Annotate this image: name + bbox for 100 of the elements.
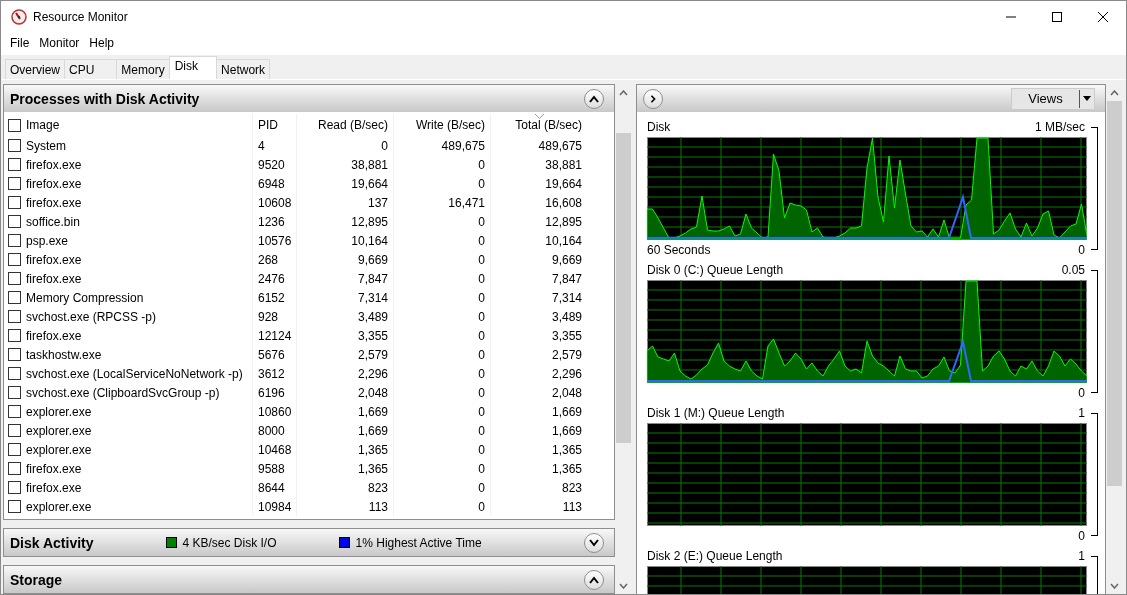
table-cell: firefox.exe <box>26 480 82 495</box>
tab[interactable]: Overview <box>5 59 65 79</box>
table-cell: 489,675 <box>538 138 582 153</box>
table-cell: 38,881 <box>545 157 582 172</box>
scale-max: 0.05 <box>1061 263 1085 277</box>
table-cell: 0 <box>478 499 485 514</box>
table-cell: 0 <box>478 366 485 381</box>
scale-min: 0 <box>1078 386 1085 400</box>
chevron-down-icon[interactable] <box>589 538 599 547</box>
checkbox[interactable] <box>8 405 21 418</box>
table-cell: 8644 <box>258 480 285 495</box>
table-cell: 16,608 <box>545 195 582 210</box>
tab[interactable]: Network <box>216 59 271 79</box>
tab[interactable]: Memory <box>116 59 170 79</box>
checkbox[interactable] <box>8 424 21 437</box>
tab[interactable]: Disk <box>168 56 218 79</box>
checkbox[interactable] <box>8 139 21 152</box>
scroll-thumb[interactable] <box>616 133 631 443</box>
table-cell: 12124 <box>258 328 292 343</box>
table-cell: 19,664 <box>351 176 388 191</box>
checkbox[interactable] <box>8 215 21 228</box>
checkbox[interactable] <box>8 196 21 209</box>
table-cell: 1,365 <box>551 442 582 457</box>
checkbox[interactable] <box>8 386 21 399</box>
section-title: Disk Activity <box>10 534 94 551</box>
table-cell: 0 <box>478 309 485 324</box>
checkbox[interactable] <box>8 118 21 132</box>
checkbox[interactable] <box>8 462 21 475</box>
scroll-up-icon[interactable] <box>1110 89 1119 96</box>
checkbox[interactable] <box>8 272 21 285</box>
table-cell: 6152 <box>258 290 285 305</box>
column-header[interactable]: Total (B/sec) <box>490 114 587 136</box>
table-cell: explorer.exe <box>26 499 92 514</box>
table-cell: firefox.exe <box>26 461 82 476</box>
views-button[interactable]: Views <box>1011 87 1095 110</box>
menu-item[interactable]: File <box>5 36 35 50</box>
table-cell: explorer.exe <box>26 442 92 457</box>
column-header[interactable]: PID <box>252 114 296 136</box>
table-cell: 0 <box>478 442 485 457</box>
checkbox[interactable] <box>8 310 21 323</box>
table-cell: 1,669 <box>357 423 388 438</box>
table-cell: 0 <box>478 252 485 267</box>
table-cell: 1236 <box>258 214 285 229</box>
maximize-icon[interactable] <box>1052 12 1062 22</box>
table-cell: 1,365 <box>357 442 388 457</box>
table-cell: 2,579 <box>551 347 582 362</box>
table-cell: 2,048 <box>357 385 388 400</box>
collapse-button[interactable] <box>584 88 604 109</box>
column-header[interactable]: Image <box>4 114 252 136</box>
chevron-right-icon[interactable] <box>648 94 658 103</box>
table-cell: 12,895 <box>351 214 388 229</box>
checkbox[interactable] <box>8 234 21 247</box>
checkbox[interactable] <box>8 253 21 266</box>
chevron-up-icon[interactable] <box>589 94 599 103</box>
chevron-up-icon[interactable] <box>589 575 599 584</box>
checkbox[interactable] <box>8 291 21 304</box>
table-cell: 1,365 <box>551 461 582 476</box>
column-header[interactable]: Write (B/sec) <box>393 114 490 136</box>
table-cell: 10860 <box>258 404 292 419</box>
table-cell: 2,296 <box>551 366 582 381</box>
table-cell: 2,579 <box>357 347 388 362</box>
table-cell: 0 <box>478 328 485 343</box>
collapse-button[interactable] <box>584 569 604 590</box>
scroll-up-icon[interactable] <box>619 89 628 96</box>
checkbox[interactable] <box>8 443 21 456</box>
checkbox[interactable] <box>8 177 21 190</box>
checkbox[interactable] <box>8 481 21 494</box>
table-cell: 7,847 <box>357 271 388 286</box>
checkbox[interactable] <box>8 367 21 380</box>
table-cell: 2476 <box>258 271 285 286</box>
table-cell: 3,489 <box>357 309 388 324</box>
time-span-label: 60 Seconds <box>647 243 711 257</box>
table-cell: 12,895 <box>545 214 582 229</box>
checkbox[interactable] <box>8 348 21 361</box>
table-cell: 10608 <box>258 195 292 210</box>
table-cell: 113 <box>562 499 582 514</box>
menu-item[interactable]: Help <box>84 36 120 50</box>
table-cell: 10,164 <box>545 233 582 248</box>
expand-button[interactable] <box>584 532 604 553</box>
table-cell: 10468 <box>258 442 292 457</box>
menu-item[interactable]: Monitor <box>34 36 85 50</box>
table-cell: 0 <box>478 157 485 172</box>
expand-button[interactable] <box>643 88 663 109</box>
column-label: Image <box>26 118 60 132</box>
table-cell: 0 <box>478 347 485 362</box>
scroll-down-icon[interactable] <box>619 582 628 589</box>
checkbox[interactable] <box>8 158 21 171</box>
checkbox[interactable] <box>8 500 21 513</box>
column-header[interactable]: Read (B/sec) <box>296 114 393 136</box>
section-header[interactable]: Storage <box>4 566 614 593</box>
close-icon[interactable] <box>1098 12 1108 22</box>
scroll-down-icon[interactable] <box>1110 582 1119 589</box>
graph-title: Disk 0 (C:) Queue Length <box>647 263 784 277</box>
section-header[interactable]: Disk Activity 4 KB/sec Disk I/O 1% Highest Active Time <box>4 529 614 556</box>
scroll-thumb[interactable] <box>1107 101 1122 486</box>
checkbox[interactable] <box>8 329 21 342</box>
section-header[interactable]: Processes with Disk Activity <box>4 85 614 112</box>
table-cell: 4 <box>258 138 265 153</box>
section-title: Processes with Disk Activity <box>10 90 200 107</box>
table-cell: 3,489 <box>551 309 582 324</box>
